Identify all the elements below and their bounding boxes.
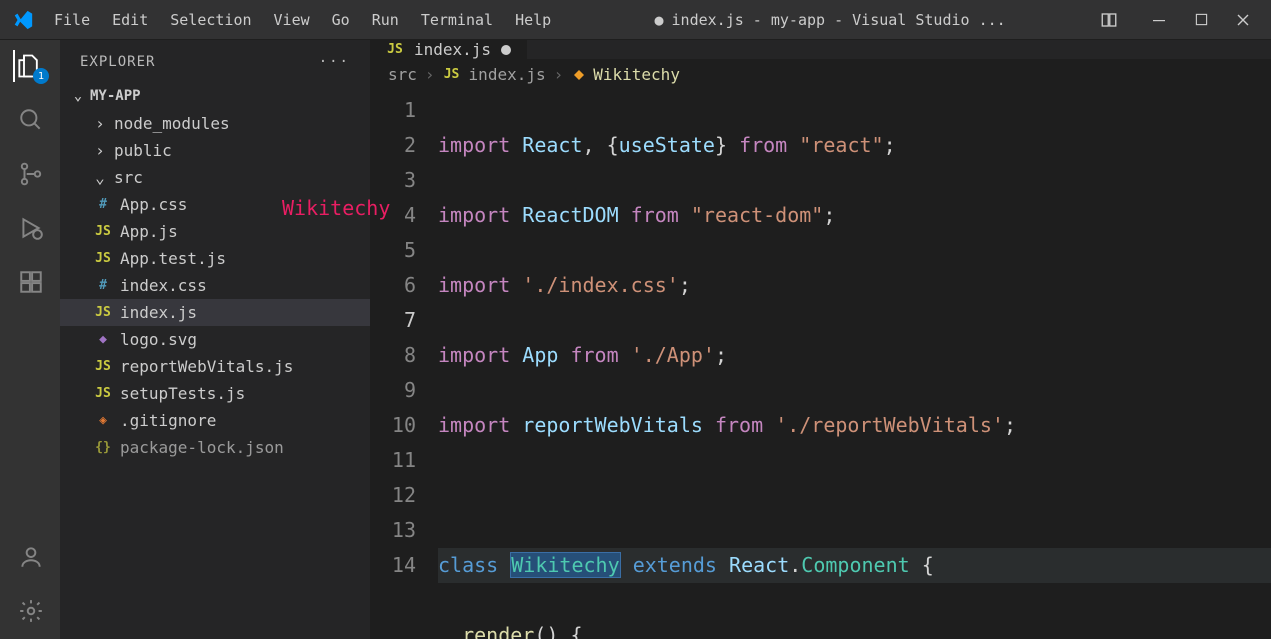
file-tree: › node_modules › public ⌄ src # App.css JS Ap…: [60, 108, 370, 463]
breadcrumb-file[interactable]: index.js: [469, 65, 546, 84]
breadcrumbs[interactable]: src › JS index.js › Wikitechy: [370, 59, 1271, 90]
folder-label: public: [114, 141, 172, 160]
menu-go[interactable]: Go: [322, 6, 360, 34]
menu-help[interactable]: Help: [505, 6, 561, 34]
tab-label: index.js: [414, 40, 491, 59]
file-label: index.js: [120, 303, 197, 322]
file-label: .gitignore: [120, 411, 216, 430]
code-content[interactable]: import React, {useState} from "react"; i…: [438, 90, 1271, 639]
breadcrumb-src[interactable]: src: [388, 65, 417, 84]
project-name: MY-APP: [90, 88, 141, 104]
file-label: App.css: [120, 195, 187, 214]
editor: JS index.js src › JS index.js › Wikitech…: [370, 40, 1271, 639]
css-icon: #: [94, 278, 112, 293]
folder-src[interactable]: ⌄ src: [60, 164, 370, 191]
menu-edit[interactable]: Edit: [102, 6, 158, 34]
file-label: reportWebVitals.js: [120, 357, 293, 376]
menu-file[interactable]: File: [44, 6, 100, 34]
source-control-icon[interactable]: [14, 158, 46, 190]
json-icon: {}: [94, 440, 112, 455]
sidebar-more-icon[interactable]: ···: [319, 54, 350, 70]
file-index-js[interactable]: JS index.js: [60, 299, 370, 326]
sidebar: EXPLORER ··· ⌄ MY-APP › node_modules › pub…: [60, 40, 370, 639]
menu-view[interactable]: View: [264, 6, 320, 34]
folder-label: node_modules: [114, 114, 230, 133]
project-header[interactable]: ⌄ MY-APP: [60, 84, 370, 108]
file-label: setupTests.js: [120, 384, 245, 403]
js-icon: JS: [94, 359, 112, 374]
js-icon: JS: [94, 251, 112, 266]
settings-icon[interactable]: [14, 595, 46, 627]
maximize-icon[interactable]: [1191, 10, 1211, 30]
explorer-badge: 1: [33, 68, 49, 84]
sidebar-header: EXPLORER ···: [60, 40, 370, 84]
menu-selection[interactable]: Selection: [160, 6, 261, 34]
file-label: App.js: [120, 222, 178, 241]
menu-bar: File Edit Selection View Go Run Terminal…: [44, 6, 561, 34]
file-app-css[interactable]: # App.css: [60, 191, 370, 218]
sidebar-title: EXPLORER: [80, 54, 155, 70]
dirty-indicator-icon: [501, 45, 511, 55]
js-icon: JS: [94, 305, 112, 320]
window-title: ● index.js - my-app - Visual Studio ...: [561, 11, 1099, 29]
file-label: logo.svg: [120, 330, 197, 349]
close-icon[interactable]: [1233, 10, 1253, 30]
git-icon: ◈: [94, 413, 112, 428]
folder-public[interactable]: › public: [60, 137, 370, 164]
file-app-test-js[interactable]: JS App.test.js: [60, 245, 370, 272]
extensions-icon[interactable]: [14, 266, 46, 298]
explorer-icon[interactable]: 1: [13, 50, 45, 82]
tab-index-js[interactable]: JS index.js: [370, 40, 528, 59]
chevron-down-icon: ⌄: [94, 168, 106, 187]
file-label: package-lock.json: [120, 438, 284, 457]
file-label: App.test.js: [120, 249, 226, 268]
svg-icon: ◆: [94, 332, 112, 347]
line-gutter: 123 456 789 101112 1314: [370, 90, 438, 639]
folder-node-modules[interactable]: › node_modules: [60, 110, 370, 137]
activity-bar: 1: [0, 40, 60, 639]
js-icon: JS: [94, 386, 112, 401]
file-index-css[interactable]: # index.css: [60, 272, 370, 299]
js-icon: JS: [386, 42, 404, 57]
chevron-down-icon: ⌄: [72, 88, 84, 104]
css-icon: #: [94, 197, 112, 212]
window-title-text: index.js - my-app - Visual Studio ...: [672, 11, 1006, 29]
accounts-icon[interactable]: [14, 541, 46, 573]
layout-icon[interactable]: [1099, 10, 1119, 30]
chevron-right-icon: ›: [425, 65, 435, 84]
editor-tabs: JS index.js: [370, 40, 1271, 59]
vscode-logo-icon: [8, 9, 38, 31]
js-icon: JS: [443, 67, 461, 82]
file-setup-tests[interactable]: JS setupTests.js: [60, 380, 370, 407]
file-label: index.css: [120, 276, 207, 295]
window-controls: [1149, 10, 1253, 30]
run-debug-icon[interactable]: [14, 212, 46, 244]
code-editor[interactable]: 123 456 789 101112 1314 import React, {u…: [370, 90, 1271, 639]
search-icon[interactable]: [14, 104, 46, 136]
dirty-dot-icon: ●: [655, 11, 664, 29]
file-gitignore[interactable]: ◈ .gitignore: [60, 407, 370, 434]
file-package-lock[interactable]: {} package-lock.json: [60, 434, 370, 461]
minimize-icon[interactable]: [1149, 10, 1169, 30]
breadcrumb-symbol[interactable]: Wikitechy: [571, 65, 680, 84]
chevron-right-icon: ›: [94, 141, 106, 160]
chevron-right-icon: ›: [94, 114, 106, 133]
file-report-web-vitals[interactable]: JS reportWebVitals.js: [60, 353, 370, 380]
file-logo-svg[interactable]: ◆ logo.svg: [60, 326, 370, 353]
chevron-right-icon: ›: [554, 65, 564, 84]
js-icon: JS: [94, 224, 112, 239]
menu-run[interactable]: Run: [362, 6, 409, 34]
title-bar: File Edit Selection View Go Run Terminal…: [0, 0, 1271, 40]
menu-terminal[interactable]: Terminal: [411, 6, 503, 34]
folder-label: src: [114, 168, 143, 187]
file-app-js[interactable]: JS App.js: [60, 218, 370, 245]
